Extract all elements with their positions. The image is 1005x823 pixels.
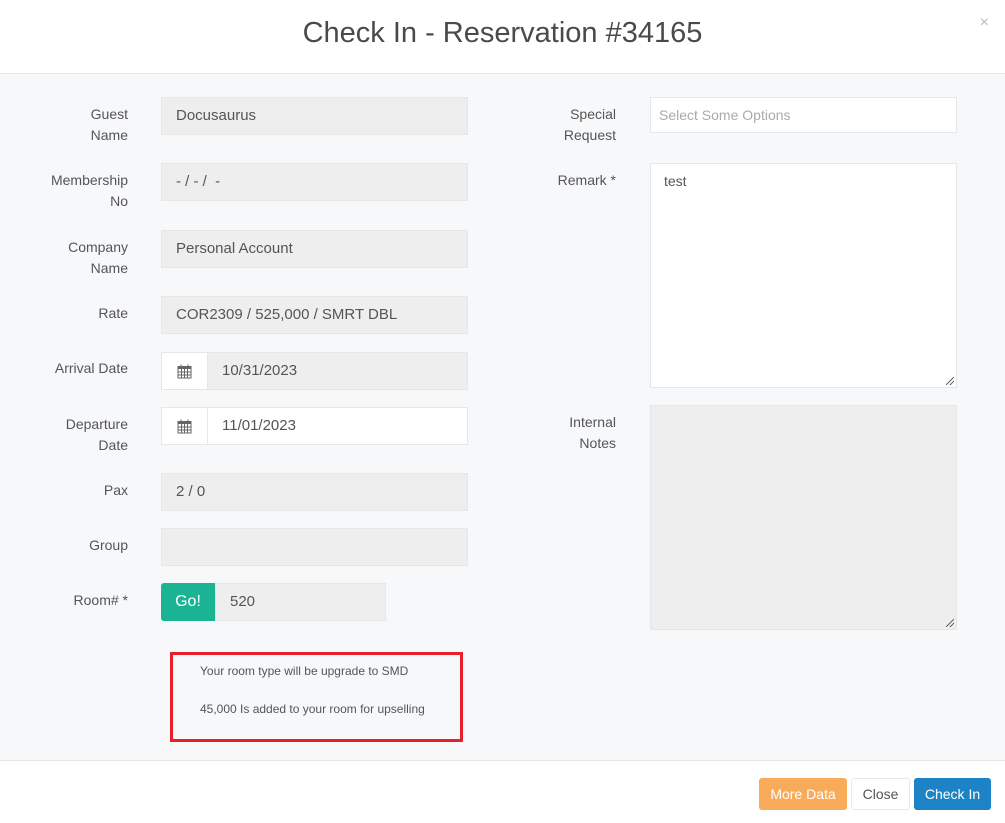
modal-footer: More Data Close Check In [0,760,1005,823]
rate-field: COR2309 / 525,000 / SMRT DBL [161,296,468,334]
calendar-icon[interactable] [161,407,208,445]
close-button[interactable]: Close [851,778,910,810]
membership-no-label: Membership No [50,172,128,209]
company-name-label: Company Name [68,239,128,276]
close-icon[interactable]: × [980,14,989,32]
departure-date-label: Departure Date [65,416,128,453]
calendar-icon [161,352,208,390]
more-data-button[interactable]: More Data [759,778,847,810]
remark-textarea[interactable]: test [650,163,957,388]
group-label: Group [89,537,128,553]
special-request-label: Special Request [563,106,616,143]
remark-text: test [664,173,687,189]
resize-handle[interactable] [946,619,954,627]
resize-handle[interactable] [946,377,954,385]
arrival-date-field: 10/31/2023 [207,352,468,390]
check-in-button[interactable]: Check In [914,778,991,810]
company-name-field: Personal Account [161,230,468,268]
room-label: Room# * [73,592,128,608]
arrival-date-label: Arrival Date [54,360,128,376]
upsell-message: 45,000 Is added to your room for upselli… [200,702,425,716]
upsell-notice: Your room type will be upgrade to SMD 45… [170,652,463,742]
membership-no-field: - / - / - [161,163,468,201]
remark-label: Remark * [557,172,616,188]
upgrade-message: Your room type will be upgrade to SMD [200,664,409,678]
group-field [161,528,468,566]
modal-title: Check In - Reservation #34165 [302,17,703,49]
special-request-select[interactable]: Select Some Options [650,97,957,133]
internal-notes-label: Internal Notes [569,414,616,451]
internal-notes-textarea[interactable] [650,405,957,630]
pax-label: Pax [103,482,128,498]
rate-label: Rate [98,305,128,321]
go-button[interactable]: Go! [161,583,215,621]
guest-name-label: Guest Name [90,106,128,143]
room-input[interactable]: 520 [215,583,386,621]
departure-date-input[interactable]: 11/01/2023 [207,407,468,445]
pax-field: 2 / 0 [161,473,468,511]
modal-header: Check In - Reservation #34165 × [0,0,1005,74]
guest-name-field: Docusaurus [161,97,468,135]
